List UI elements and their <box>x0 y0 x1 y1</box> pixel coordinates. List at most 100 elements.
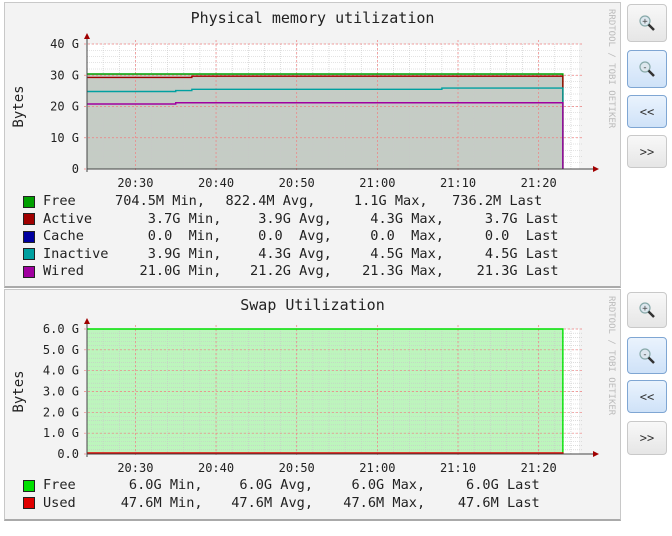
x-axis-arrow-icon <box>593 451 599 457</box>
zoom-in-button[interactable]: + <box>627 292 667 328</box>
last-label: Last <box>509 193 543 209</box>
legend-last: 3.7G <box>484 210 518 227</box>
chart-legend: Free 6.0G Min, 6.0G Avg, 6.0G Max, 6.0G Last Use… <box>23 477 540 512</box>
forward-button[interactable]: >> <box>627 421 667 455</box>
legend-row-used: Used 47.6M Min, 47.6M Avg, 47.6M Max, 47.6M Last <box>23 495 540 513</box>
y-tick-label: 1.0 G <box>43 426 79 440</box>
max-label: Max, <box>392 494 426 511</box>
avg-label: Avg, <box>280 477 314 493</box>
forward-button[interactable]: >> <box>627 135 667 168</box>
legend-row-active: Active 3.7G Min, 3.9G Avg, 4.3G Max, 3.7G Last <box>23 211 559 229</box>
svg-text:+: + <box>642 17 648 27</box>
zoom-in-icon: + <box>639 15 655 31</box>
x-tick-label: 21:10 <box>440 176 476 190</box>
y-axis-arrow-icon <box>84 33 90 39</box>
last-label: Last <box>506 477 540 493</box>
legend-swatch <box>23 248 35 261</box>
legend-row-free: Free 6.0G Min, 6.0G Avg, 6.0G Max, 6.0G Last <box>23 477 540 495</box>
legend-avg: 3.9G <box>258 210 291 227</box>
y-axis-arrow-icon <box>84 318 90 324</box>
legend-last: 21.3G <box>476 263 518 279</box>
last-label: Last <box>506 494 540 511</box>
back-button[interactable]: << <box>627 380 667 413</box>
avg-label: Avg, <box>280 494 314 511</box>
x-tick-label: 20:50 <box>279 176 315 190</box>
y-tick-label: 20 G <box>50 100 79 114</box>
y-tick-label: 4.0 G <box>43 364 79 378</box>
legend-min: 3.7G <box>147 210 181 227</box>
min-label: Min, <box>169 494 203 511</box>
legend-last: 0.0 <box>484 228 510 244</box>
max-label: Max, <box>411 210 444 227</box>
avg-label: Avg, <box>299 228 332 244</box>
x-tick-label: 20:40 <box>198 176 234 190</box>
legend-label: Wired <box>43 263 84 279</box>
x-tick-label: 20:30 <box>117 461 153 475</box>
zoom-out-icon: - <box>639 347 655 364</box>
legend-max: 6.0G <box>351 477 385 493</box>
zoom-out-button[interactable]: - <box>627 50 667 88</box>
y-axis-label: Bytes <box>11 85 27 127</box>
legend-label: Free <box>43 477 76 493</box>
y-tick-label: 5.0 G <box>43 343 79 357</box>
legend-label: Free <box>43 193 76 209</box>
legend-max: 0.0 <box>370 228 395 244</box>
legend-last: 47.6M <box>457 494 499 511</box>
y-tick-label: 6.0 G <box>43 322 79 336</box>
chart-title: Physical memory utilization <box>190 9 435 27</box>
legend-avg: 0.0 <box>258 228 283 244</box>
max-label: Max, <box>411 245 444 262</box>
legend-last: 4.5G <box>484 245 518 262</box>
legend-label: Active <box>43 210 93 227</box>
svg-text:+: + <box>642 304 648 314</box>
legend-label: Used <box>43 494 76 511</box>
chart-legend: Free 704.5M Min, 822.4M Avg, 1.1G Max, 736.2M La… <box>23 193 559 281</box>
x-tick-label: 20:30 <box>117 176 153 190</box>
max-label: Max, <box>392 477 426 493</box>
x-tick-label: 21:20 <box>521 461 557 475</box>
legend-row-cache: Cache 0.0 Min, 0.0 Avg, 0.0 Max, 0.0 Last <box>23 228 559 246</box>
min-label: Min, <box>188 263 222 279</box>
min-label: Min, <box>172 193 206 209</box>
legend-min: 0.0 <box>147 228 173 244</box>
y-tick-label: 10 G <box>50 131 79 145</box>
y-tick-label: 30 G <box>50 68 79 82</box>
x-tick-label: 20:50 <box>279 461 315 475</box>
legend-row-free: Free 704.5M Min, 822.4M Avg, 1.1G Max, 736.2M La… <box>23 193 559 211</box>
zoom-in-button[interactable]: + <box>627 4 667 42</box>
legend-swatch <box>23 265 35 278</box>
y-axis-label: Bytes <box>11 370 27 412</box>
x-tick-label: 20:40 <box>198 461 234 475</box>
last-label: Last <box>525 210 559 227</box>
legend-swatch <box>23 497 35 510</box>
svg-text:-: - <box>642 63 647 73</box>
y-tick-label: 3.0 G <box>43 385 79 399</box>
legend-avg: 822.4M <box>225 193 275 209</box>
y-tick-label: 0 <box>72 162 79 176</box>
legend-swatch <box>23 479 35 492</box>
legend-swatch <box>23 230 35 243</box>
legend-avg: 6.0G <box>239 477 273 493</box>
legend-swatch <box>23 195 35 208</box>
last-label: Last <box>525 263 559 279</box>
legend-min: 47.6M <box>120 494 162 511</box>
legend-max: 47.6M <box>343 494 385 511</box>
legend-label: Cache <box>43 228 84 244</box>
physical-memory-panel: 20:30 20:40 20:50 21:00 21:10 21:20 0 10 G 20 G 3… <box>4 2 621 288</box>
avg-label: Avg, <box>299 210 332 227</box>
legend-max: 4.5G <box>370 245 404 262</box>
min-label: Min, <box>169 477 203 493</box>
x-axis-arrow-icon <box>593 166 599 172</box>
last-label: Last <box>525 245 559 262</box>
back-button[interactable]: << <box>627 95 667 128</box>
x-tick-label: 21:10 <box>440 461 476 475</box>
y-tick-label: 2.0 G <box>43 405 79 419</box>
max-label: Max, <box>394 193 428 209</box>
x-tick-label: 21:00 <box>359 176 395 190</box>
min-label: Min, <box>188 210 222 227</box>
zoom-out-button[interactable]: - <box>627 337 667 374</box>
legend-min: 3.9G <box>147 245 181 262</box>
legend-max: 4.3G <box>370 210 404 227</box>
legend-min: 704.5M <box>115 193 165 209</box>
legend-row-inactive: Inactive 3.9G Min, 4.3G Avg, 4.5G Max, 4.5G Last <box>23 246 559 264</box>
